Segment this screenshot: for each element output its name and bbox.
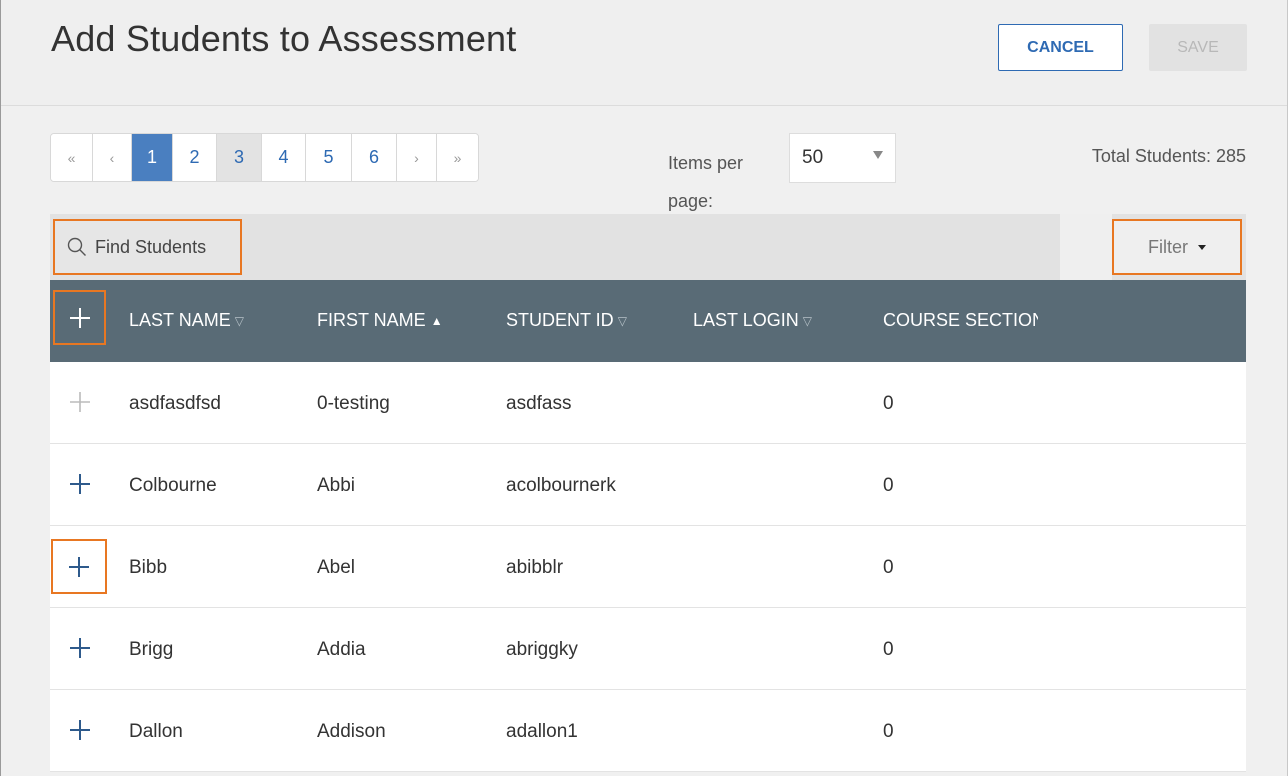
cell-last-name: Dallon	[129, 721, 183, 742]
cell-course-sections: 0	[883, 721, 894, 742]
sort-unsorted-icon: ▽	[802, 314, 812, 329]
table-row: Bibb Abel abibblr 0	[50, 526, 1246, 608]
page-button-3[interactable]: 3	[217, 134, 262, 181]
column-label: STUDENT ID	[506, 310, 614, 330]
add-student-button[interactable]	[68, 390, 92, 414]
caret-down-icon	[1198, 244, 1206, 250]
first-page-button[interactable]: «	[51, 134, 93, 181]
table-row: Brigg Addia abriggky 0	[50, 608, 1246, 690]
items-per-page-select[interactable]: 50	[789, 133, 896, 183]
cell-student-id: acolbournerk	[506, 475, 616, 496]
toolbar-spacer	[1060, 214, 1112, 280]
table-row: Dallon Addison adallon1 0	[50, 690, 1246, 772]
page-button-6[interactable]: 6	[352, 134, 397, 181]
column-header-last-login[interactable]: LAST LOGIN ▽	[693, 310, 812, 331]
table-header: LAST NAME ▽ FIRST NAME ▲ STUDENT ID ▽ LAST …	[50, 280, 1246, 362]
dropdown-arrow-icon	[873, 151, 883, 159]
cell-student-id: abriggky	[506, 639, 578, 660]
save-button[interactable]: SAVE	[1149, 24, 1247, 71]
column-label: COURSE SECTION:	[883, 310, 1038, 330]
plus-icon	[70, 392, 90, 412]
cell-first-name: Addia	[317, 639, 366, 660]
cell-last-name: Colbourne	[129, 475, 217, 496]
plus-icon	[69, 307, 90, 328]
cell-course-sections: 0	[883, 557, 894, 578]
column-label: LAST LOGIN	[693, 310, 799, 330]
prev-page-button[interactable]: ‹	[93, 134, 132, 181]
cell-student-id: adallon1	[506, 721, 578, 742]
plus-icon	[70, 720, 90, 740]
cell-first-name: 0-testing	[317, 393, 390, 414]
add-student-button[interactable]	[68, 636, 92, 660]
column-header-last-name[interactable]: LAST NAME ▽	[129, 310, 244, 331]
column-header-first-name[interactable]: FIRST NAME ▲	[317, 310, 443, 331]
add-student-button[interactable]	[68, 472, 92, 496]
sort-ascending-icon: ▲	[430, 314, 443, 329]
add-student-button[interactable]	[51, 539, 107, 594]
table-row: asdfasdfsd 0-testing asdfass 0	[50, 362, 1246, 444]
cell-first-name: Abbi	[317, 475, 356, 496]
cell-first-name: Abel	[317, 557, 356, 578]
cell-first-name: Addison	[317, 721, 386, 742]
cell-student-id: asdfass	[506, 393, 572, 414]
page-button-1[interactable]: 1	[132, 134, 173, 181]
last-page-button[interactable]: »	[437, 134, 478, 181]
add-student-button[interactable]	[68, 718, 92, 742]
search-icon	[67, 237, 86, 256]
add-all-button[interactable]	[53, 290, 106, 345]
table-row: Colbourne Abbi acolbournerk 0	[50, 444, 1246, 526]
plus-icon	[69, 556, 89, 577]
pagination: « ‹ 1 2 3 4 5 6 › »	[50, 133, 479, 182]
cell-student-id: abibblr	[506, 557, 564, 578]
cell-course-sections: 0	[883, 639, 894, 660]
page-button-5[interactable]: 5	[306, 134, 352, 181]
column-label: LAST NAME	[129, 310, 231, 330]
cell-last-name: Brigg	[129, 639, 174, 660]
plus-icon	[70, 474, 90, 494]
cell-course-sections: 0	[883, 475, 894, 496]
search-placeholder: Find Students	[95, 236, 207, 257]
plus-icon	[70, 638, 90, 658]
page-header: Add Students to Assessment CANCEL SAVE	[1, 0, 1287, 106]
students-table-body: asdfasdfsd 0-testing asdfass 0 Colbourne…	[50, 362, 1246, 772]
column-label: FIRST NAME	[317, 310, 426, 330]
column-header-student-id[interactable]: STUDENT ID ▽	[506, 310, 627, 331]
sort-unsorted-icon: ▽	[617, 314, 627, 329]
cell-course-sections: 0	[883, 393, 894, 414]
cancel-button[interactable]: CANCEL	[998, 24, 1123, 71]
cell-last-name: Bibb	[129, 557, 168, 578]
page-title: Add Students to Assessment	[51, 18, 517, 59]
filter-label: Filter	[1148, 236, 1188, 257]
items-per-page-value: 50	[802, 147, 824, 168]
next-page-button[interactable]: ›	[397, 134, 437, 181]
total-students: Total Students: 285	[1091, 146, 1246, 166]
items-per-page-label: Items per page:	[668, 153, 744, 211]
page-button-4[interactable]: 4	[262, 134, 306, 181]
sort-unsorted-icon: ▽	[234, 314, 244, 329]
page-button-2[interactable]: 2	[173, 134, 217, 181]
cell-last-name: asdfasdfsd	[129, 393, 221, 414]
search-input[interactable]: Find Students	[53, 219, 242, 275]
column-header-course-sections[interactable]: COURSE SECTION:	[883, 310, 1038, 331]
filter-button[interactable]: Filter	[1112, 219, 1242, 275]
